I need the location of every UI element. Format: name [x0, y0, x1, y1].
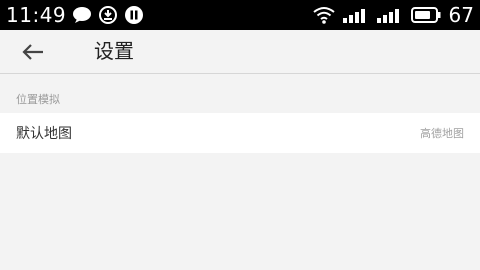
status-right: 67: [312, 0, 474, 30]
wifi-icon: [312, 6, 335, 24]
signal-icon: [342, 7, 369, 23]
arrow-left-icon: [21, 43, 45, 61]
status-time: 11:49: [6, 3, 67, 27]
pause-icon: [124, 5, 144, 25]
battery-icon: [410, 7, 441, 23]
chat-bubble-icon: [72, 6, 92, 24]
page-title: 设置: [94, 39, 134, 63]
signal-icon: [376, 7, 403, 23]
row-value: 高德地图: [420, 127, 464, 140]
toolbar: 设置: [0, 30, 480, 74]
status-bar: 11:49 67: [0, 0, 480, 30]
battery-level: 67: [448, 3, 474, 27]
default-map-row[interactable]: 默认地图 高德地图: [0, 113, 480, 153]
back-button[interactable]: [18, 38, 48, 66]
sync-icon: [98, 5, 118, 25]
row-label: 默认地图: [16, 126, 72, 142]
status-left: 11:49: [6, 0, 144, 30]
section-header: 位置模拟: [16, 93, 60, 106]
